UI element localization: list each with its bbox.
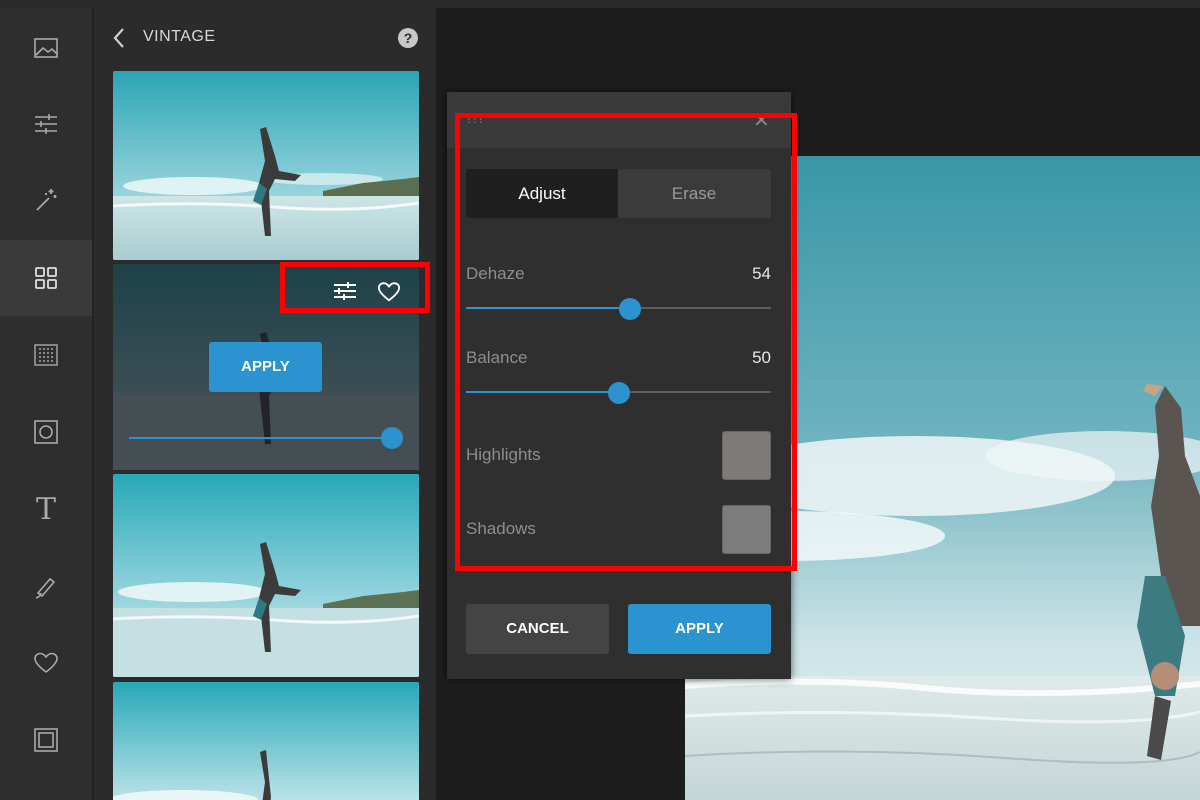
back-arrow-icon[interactable] [110,26,128,50]
effect-thumbnail-4[interactable] [113,682,419,800]
dehaze-value: 54 [752,264,771,283]
brush-icon [35,577,56,599]
close-icon[interactable]: ✕ [753,108,770,133]
favorite-effect-button[interactable] [374,276,404,306]
rail-item-magic[interactable] [0,162,92,238]
tool-rail: T [0,8,92,800]
magic-wand-icon [36,189,57,211]
thumbnail-image [113,682,419,800]
drag-handle-icon[interactable]: ⁞⁞⁞ [467,110,485,126]
highlights-color-swatch[interactable] [722,431,771,480]
rail-item-effects[interactable] [0,240,92,316]
effect-thumbnail-3[interactable] [113,474,419,677]
shadows-color-swatch[interactable] [722,505,771,554]
texture-icon [34,344,58,366]
panel-header: VINTAGE ? [94,8,436,70]
apply-effect-button[interactable]: APPLY [209,342,322,392]
adjust-effect-button[interactable] [330,276,360,306]
rail-item-brush[interactable] [0,549,92,625]
top-bar [0,0,1200,8]
effect-thumbnail-2[interactable]: APPLY [113,264,419,470]
effect-intensity-slider[interactable] [129,437,391,439]
rail-item-adjust[interactable] [0,86,92,162]
rail-item-frame[interactable] [0,394,92,470]
border-icon [34,728,58,752]
dehaze-label: Dehaze [466,264,525,283]
balance-slider-handle[interactable] [608,382,630,404]
rail-item-texture[interactable] [0,317,92,393]
heart-icon [34,652,58,674]
image-icon [34,38,58,58]
rail-item-favorites[interactable] [0,625,92,701]
adjust-popup: ⁞⁞⁞ ✕ Adjust Erase Dehaze 54 Balance 50 … [447,92,791,679]
tab-erase[interactable]: Erase [618,169,770,218]
popup-tabs: Adjust Erase [466,169,771,218]
shadows-label: Shadows [466,519,536,538]
sliders-icon [334,282,356,300]
rail-item-image[interactable] [0,10,92,86]
help-icon[interactable]: ? [398,28,418,48]
effect-thumbnail-1[interactable] [113,71,419,260]
thumbnail-image [113,474,419,677]
dehaze-slider-handle[interactable] [619,298,641,320]
balance-value: 50 [752,348,771,367]
panel-title: VINTAGE [143,28,216,45]
rail-item-border[interactable] [0,702,92,778]
effect-intensity-handle[interactable] [381,427,403,449]
highlights-label: Highlights [466,445,541,464]
sliders-icon [35,114,57,134]
tab-adjust[interactable]: Adjust [466,169,618,218]
balance-label: Balance [466,348,528,367]
cancel-button[interactable]: CANCEL [466,604,609,654]
thumbnail-image [113,71,419,260]
rail-item-text[interactable]: T [0,472,92,548]
text-icon: T [35,492,56,527]
frame-circle-icon [34,420,58,444]
grid-icon [35,267,57,289]
effects-panel: VINTAGE ? APPLY [94,8,436,800]
apply-button[interactable]: APPLY [628,604,771,654]
popup-header: ⁞⁞⁞ ✕ [447,92,791,148]
heart-icon [377,282,401,302]
